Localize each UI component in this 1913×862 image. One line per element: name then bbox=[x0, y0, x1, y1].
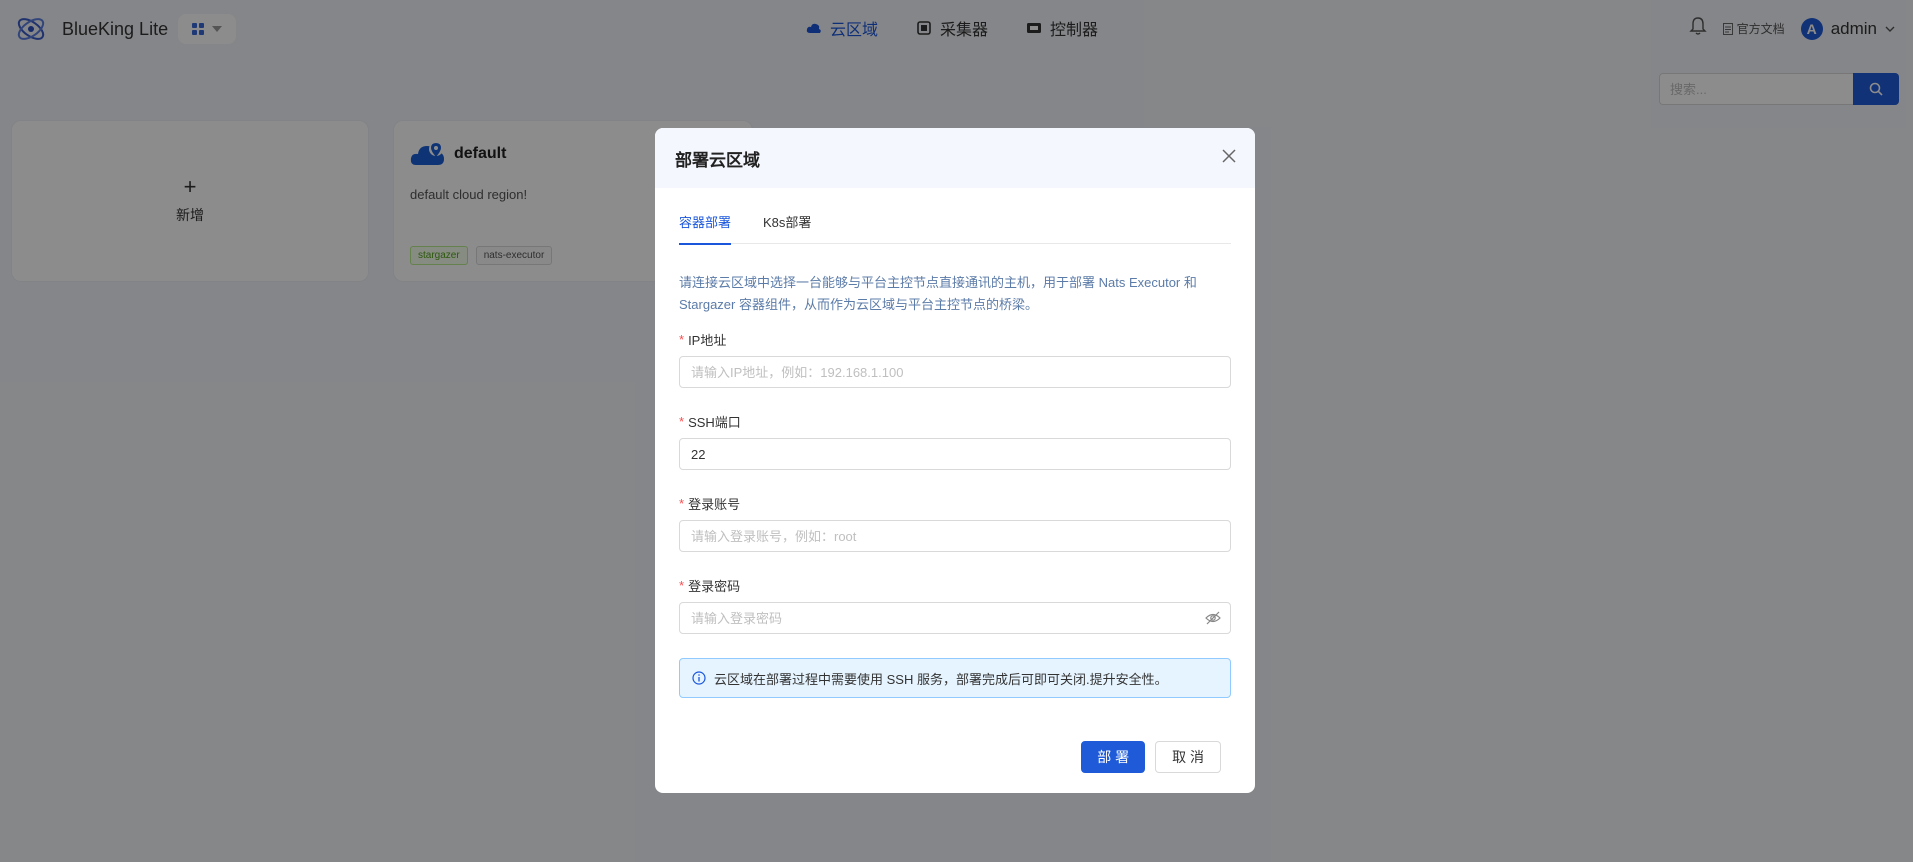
intro-text: 请连接云区域中选择一台能够与平台主控节点直接通讯的主机，用于部署 Nats Ex… bbox=[679, 275, 1197, 312]
account-field: * 登录账号 bbox=[679, 494, 1231, 552]
account-input[interactable] bbox=[679, 520, 1231, 552]
password-input[interactable] bbox=[679, 602, 1231, 634]
required-mark: * bbox=[679, 577, 685, 593]
info-text: 云区域在部署过程中需要使用 SSH 服务，部署完成后可即可关闭.提升安全性。 bbox=[714, 671, 1168, 687]
ssh-port-field: * SSH端口 bbox=[679, 412, 1231, 470]
password-field: * 登录密码 bbox=[679, 576, 1231, 634]
ip-input[interactable] bbox=[679, 356, 1231, 388]
cancel-button[interactable]: 取 消 bbox=[1155, 741, 1221, 773]
deploy-cloud-region-modal: 部署云区域 容器部署 K8s部署 请连接云区域中选择一台能够与平台主控节点直接通… bbox=[655, 128, 1255, 793]
modal-actions: 部 署 取 消 bbox=[1081, 741, 1221, 773]
modal-title: 部署云区域 bbox=[675, 150, 760, 170]
ip-field: * IP地址 bbox=[679, 330, 1231, 388]
ssh-port-input[interactable] bbox=[679, 438, 1231, 470]
eye-invisible-icon[interactable] bbox=[1205, 611, 1221, 625]
field-label: SSH端口 bbox=[688, 414, 741, 430]
deploy-tabs: 容器部署 K8s部署 bbox=[679, 212, 1231, 245]
field-label: 登录密码 bbox=[688, 578, 741, 594]
modal-header: 部署云区域 bbox=[655, 128, 1255, 188]
required-mark: * bbox=[679, 413, 685, 429]
required-mark: * bbox=[679, 331, 685, 347]
close-icon[interactable] bbox=[1221, 148, 1237, 169]
modal-body: 容器部署 K8s部署 请连接云区域中选择一台能够与平台主控节点直接通讯的主机，用… bbox=[655, 212, 1255, 698]
deploy-button[interactable]: 部 署 bbox=[1081, 741, 1146, 773]
ssh-info-alert: 云区域在部署过程中需要使用 SSH 服务，部署完成后可即可关闭.提升安全性。 bbox=[679, 658, 1231, 698]
required-mark: * bbox=[679, 495, 685, 511]
field-label: 登录账号 bbox=[688, 496, 741, 512]
tab-k8s-deploy[interactable]: K8s部署 bbox=[763, 212, 811, 244]
tab-container-deploy[interactable]: 容器部署 bbox=[679, 212, 732, 245]
field-label: IP地址 bbox=[688, 332, 727, 348]
info-circle-icon bbox=[692, 671, 706, 685]
